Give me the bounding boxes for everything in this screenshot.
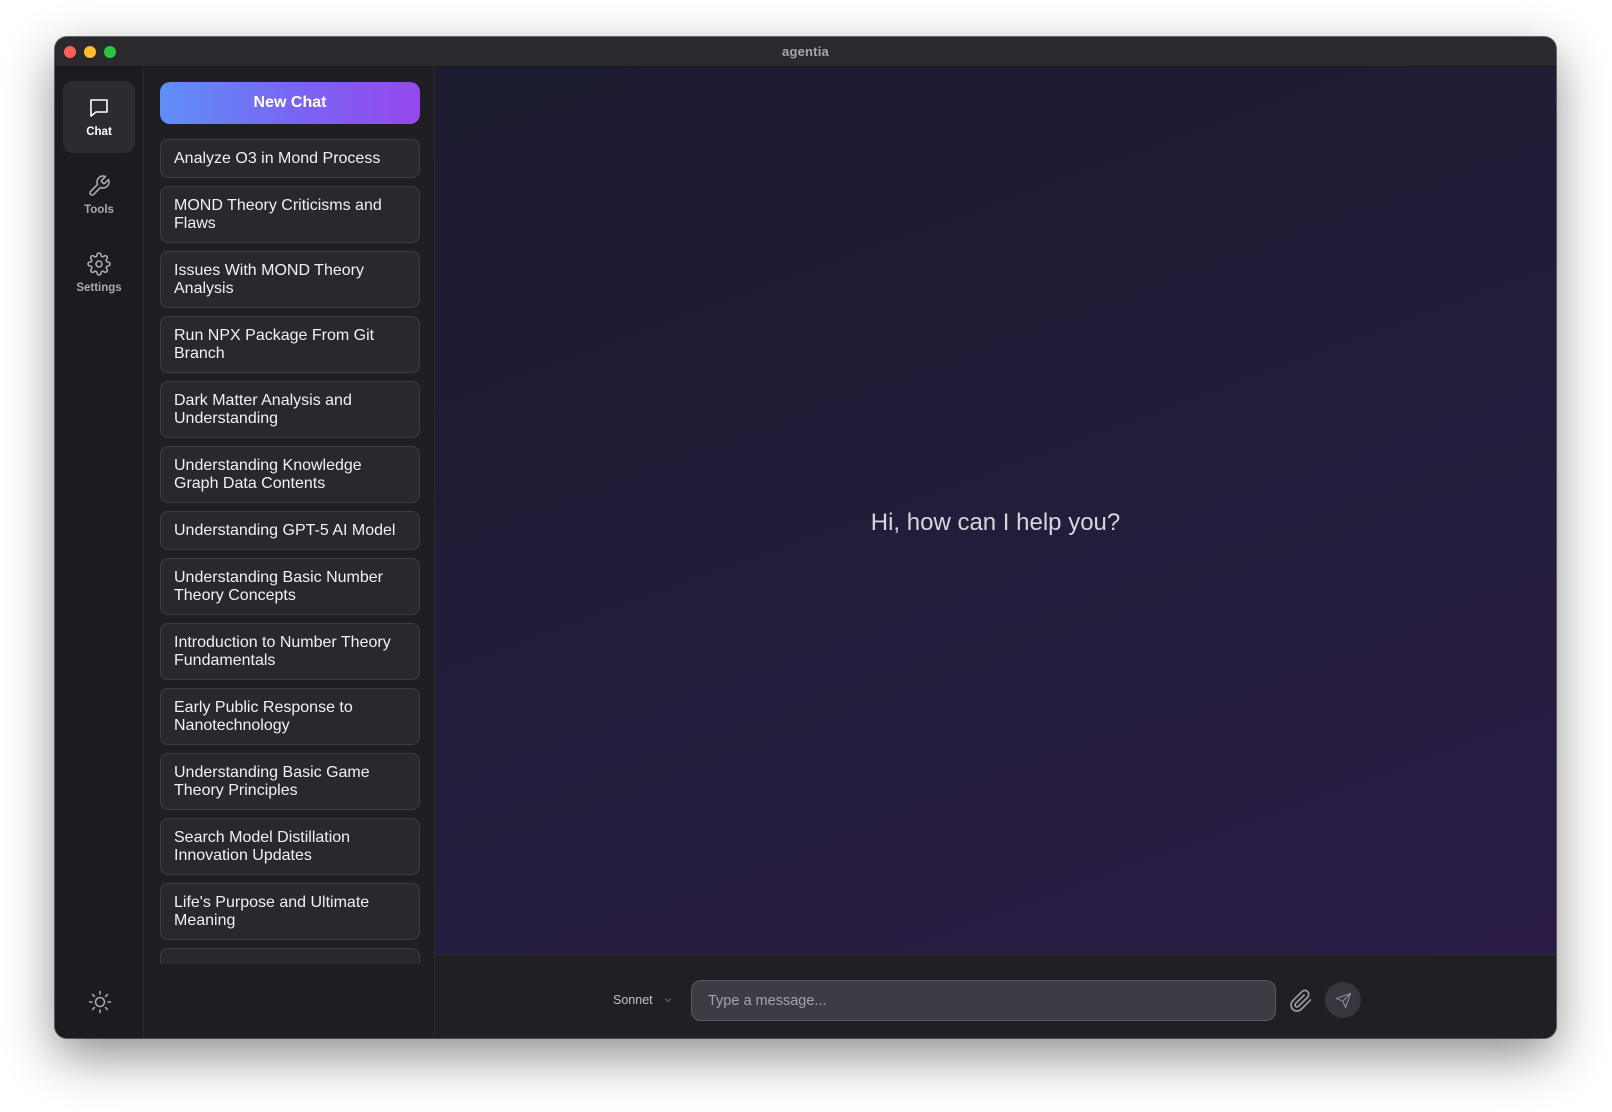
gear-icon: [87, 252, 111, 276]
chat-history-item[interactable]: Dark Matter Analysis and Understanding: [160, 381, 420, 438]
theme-toggle-button[interactable]: [84, 986, 116, 1018]
chat-history-item[interactable]: Life's Purpose and Ultimate Meaning: [160, 883, 420, 940]
paperclip-icon: [1290, 989, 1312, 1012]
rail-item-settings[interactable]: Settings: [63, 237, 135, 309]
chat-history-item[interactable]: Introduction to Number Theory Fundamenta…: [160, 623, 420, 680]
window-title: agentia: [782, 44, 829, 59]
chat-history-item[interactable]: [160, 948, 420, 964]
chat-history-item[interactable]: Issues With MOND Theory Analysis: [160, 251, 420, 308]
chat-history-item[interactable]: Understanding Basic Number Theory Concep…: [160, 558, 420, 615]
new-chat-button[interactable]: New Chat: [160, 82, 420, 124]
rail-item-label: Chat: [86, 126, 112, 138]
chat-main-area: Hi, how can I help you?: [435, 67, 1556, 954]
chat-history-item[interactable]: Understanding Basic Game Theory Principl…: [160, 753, 420, 810]
greeting-text: Hi, how can I help you?: [870, 509, 1121, 536]
chat-history-item[interactable]: MOND Theory Criticisms and Flaws: [160, 186, 420, 243]
chat-history-item[interactable]: Understanding GPT-5 AI Model: [160, 511, 420, 550]
chat-history-list: Analyze O3 in Mond Process MOND Theory C…: [160, 139, 420, 972]
send-button[interactable]: [1325, 982, 1361, 1018]
message-composer: Sonnet: [435, 954, 1556, 1038]
attach-file-button[interactable]: [1287, 987, 1315, 1015]
chat-history-item[interactable]: Early Public Response to Nanotechnology: [160, 688, 420, 745]
chat-history-item[interactable]: Understanding Knowledge Graph Data Conte…: [160, 446, 420, 503]
rail-item-chat[interactable]: Chat: [63, 81, 135, 153]
rail-item-tools[interactable]: Tools: [63, 159, 135, 231]
chat-bubble-icon: [90, 99, 108, 117]
message-input[interactable]: [691, 980, 1276, 1021]
sun-icon: [88, 990, 112, 1014]
rail-item-label: Settings: [76, 282, 122, 294]
app-window: agentia Chat Tools Settings New Chat Ana…: [55, 37, 1556, 1038]
chat-history-item[interactable]: Search Model Distillation Innovation Upd…: [160, 818, 420, 875]
wrench-icon: [89, 175, 110, 196]
model-selector[interactable]: Sonnet: [613, 993, 673, 1007]
model-selector-label: Sonnet: [613, 993, 653, 1007]
chat-history-item[interactable]: Analyze O3 in Mond Process: [160, 139, 420, 178]
chat-history-item[interactable]: Run NPX Package From Git Branch: [160, 316, 420, 373]
chat-history-sidebar: New Chat Analyze O3 in Mond Process MOND…: [144, 67, 435, 1038]
title-bar: agentia: [55, 37, 1556, 67]
nav-rail: Chat Tools Settings: [55, 67, 144, 1038]
chevron-down-icon: [664, 997, 672, 1003]
rail-item-label: Tools: [84, 204, 114, 216]
send-icon: [1335, 992, 1351, 1008]
